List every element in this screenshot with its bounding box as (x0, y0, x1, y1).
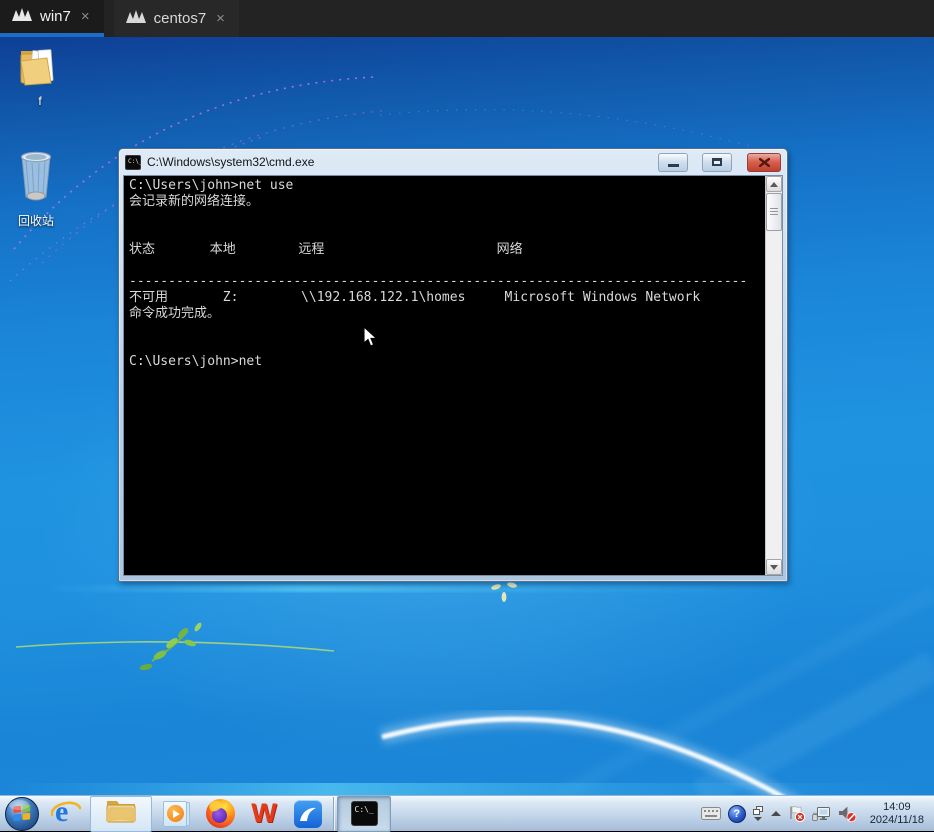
cmd-window-title: C:\Windows\system32\cmd.exe (147, 155, 314, 169)
explorer-folder-icon (105, 797, 137, 830)
action-center-flag-icon[interactable] (788, 805, 805, 822)
scroll-down-icon (770, 565, 778, 570)
maximize-button[interactable] (702, 153, 732, 172)
vm-monitor-icon (126, 10, 146, 28)
tab-win7[interactable]: win7 × (0, 0, 104, 37)
taskbar-item-cmd-active[interactable]: C:\_ (337, 796, 391, 832)
help-tray-icon[interactable]: ? (728, 805, 746, 823)
taskbar-item-wps-office[interactable]: W (242, 796, 286, 832)
tab-label: centos7 (154, 10, 207, 27)
cmd-window[interactable]: C:\_ C:\Windows\system32\cmd.exe C:\User… (118, 148, 788, 582)
vm-tab-bar: win7 × centos7 × (0, 0, 934, 37)
taskbar: e (0, 795, 934, 831)
firefox-icon (206, 799, 235, 828)
windows-start-orb-icon (4, 796, 40, 832)
taskbar-item-media-player[interactable] (154, 796, 198, 832)
wps-office-icon: W (251, 798, 276, 829)
minimize-icon (668, 164, 679, 167)
cmd-window-titlebar[interactable]: C:\_ C:\Windows\system32\cmd.exe (123, 149, 783, 175)
keyboard-tray-icon[interactable] (701, 807, 721, 820)
taskbar-separator (333, 797, 334, 831)
scroll-up-button[interactable] (766, 176, 782, 192)
taskbar-item-explorer[interactable] (90, 796, 152, 832)
cmd-console[interactable]: C:\Users\john>net use 会记录新的网络连接。 状态 本地 远… (123, 175, 783, 576)
folder-icon (17, 45, 63, 92)
desktop-icon-label: f (38, 94, 41, 108)
desktop-icon-label: 回收站 (18, 212, 54, 229)
desktop-icon-folder-f[interactable]: f (4, 45, 76, 108)
chevron-up-icon (771, 811, 781, 816)
tab-close-icon[interactable]: × (214, 11, 227, 26)
language-bar-restore[interactable] (753, 806, 764, 821)
restore-window-icon (753, 806, 764, 815)
console-scrollbar[interactable] (765, 176, 782, 575)
windows-desktop[interactable]: f 回收站 C:\_ C:\Windows\system32\cmd.exe (0, 37, 934, 795)
network-tray-icon[interactable] (812, 806, 831, 822)
taskbar-item-internet-explorer[interactable]: e (44, 796, 88, 832)
vm-monitor-icon (12, 8, 32, 26)
scroll-down-button[interactable] (766, 559, 782, 575)
blue-bird-app-icon (294, 800, 322, 828)
taskbar-item-netdisk[interactable] (286, 796, 330, 832)
system-tray: ? (701, 796, 934, 832)
recycle-bin-icon (15, 147, 57, 210)
close-button[interactable] (747, 153, 781, 172)
taskbar-clock[interactable]: 14:09 2024/11/18 (864, 801, 930, 827)
console-output: C:\Users\john>net use 会记录新的网络连接。 状态 本地 远… (124, 176, 782, 370)
taskbar-left: e (0, 796, 391, 832)
start-button[interactable] (0, 796, 44, 832)
desktop-icon-recycle-bin[interactable]: 回收站 (0, 147, 72, 229)
show-hidden-icons-button[interactable] (771, 811, 781, 816)
cmd-titlebar-icon: C:\_ (125, 155, 141, 170)
volume-muted-tray-icon[interactable] (838, 805, 857, 822)
clock-time: 14:09 (883, 801, 911, 814)
cmd-taskbar-icon: C:\_ (351, 801, 378, 826)
media-player-icon (162, 800, 190, 828)
maximize-icon (712, 158, 722, 166)
minimize-button[interactable] (658, 153, 688, 172)
tab-close-icon[interactable]: × (79, 9, 92, 24)
scrollbar-thumb[interactable] (766, 193, 782, 231)
taskbar-item-firefox[interactable] (198, 796, 242, 832)
tab-label: win7 (40, 8, 71, 25)
thumb-grip-icon (770, 208, 778, 216)
clock-date: 2024/11/18 (870, 814, 924, 827)
close-icon (759, 158, 770, 167)
chevron-down-icon (754, 817, 762, 821)
scroll-up-icon (770, 182, 778, 187)
tab-centos7[interactable]: centos7 × (114, 0, 239, 37)
internet-explorer-icon: e (51, 799, 81, 829)
